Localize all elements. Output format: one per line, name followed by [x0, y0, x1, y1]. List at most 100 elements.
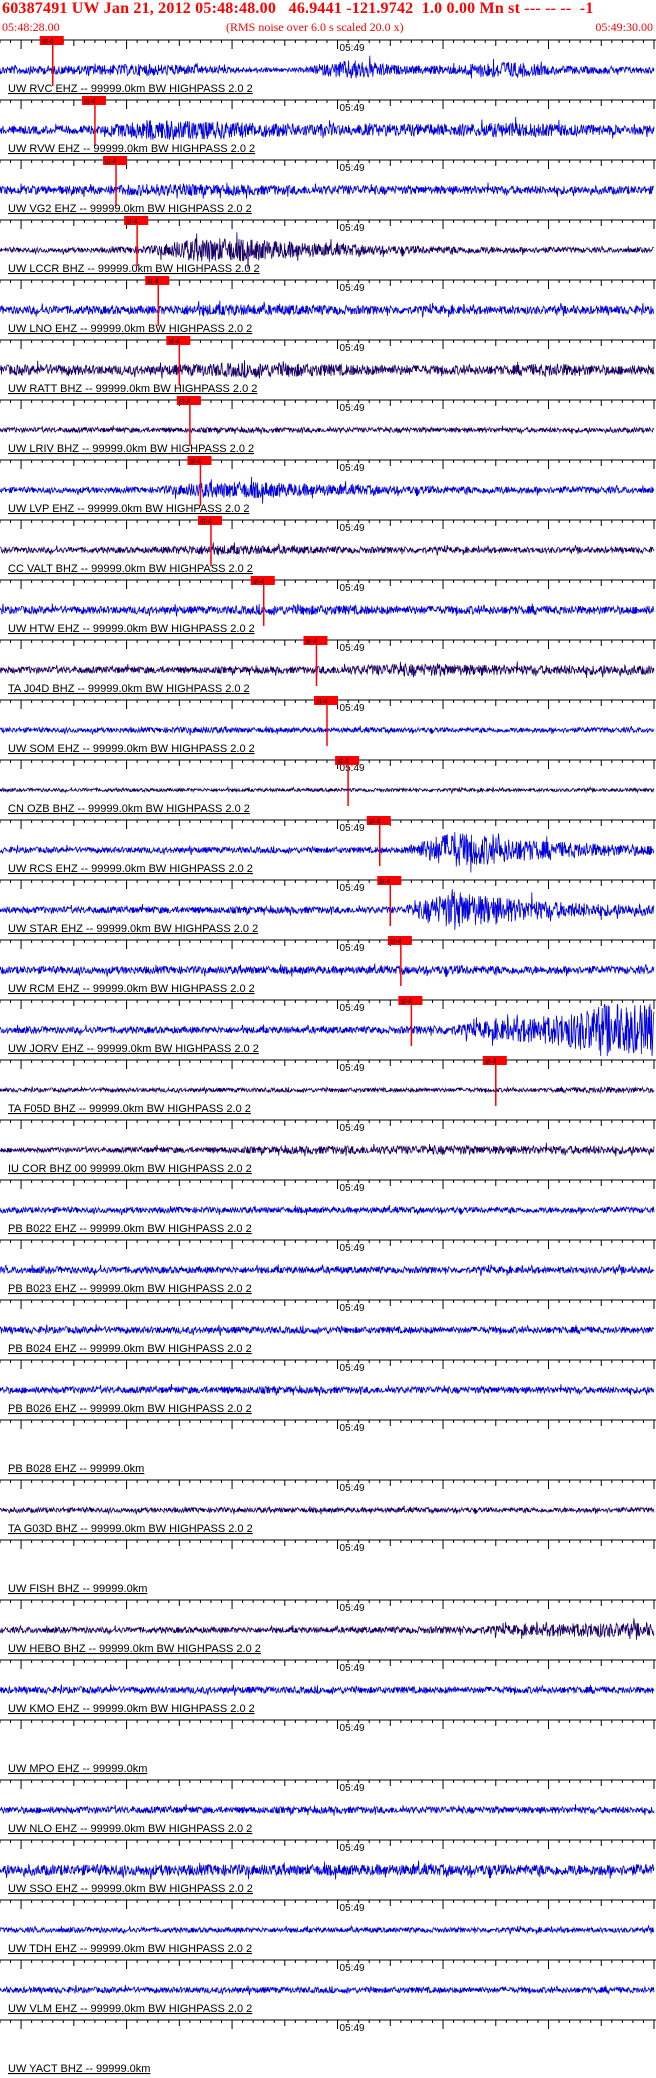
station-label: UW LNO EHZ -- 99999.0km BW HIGHPASS 2.0 …	[8, 323, 252, 335]
minute-tick-label: 05:49	[340, 1663, 365, 1674]
station-label: PB B024 EHZ -- 99999.0km BW HIGHPASS 2.0…	[8, 1343, 252, 1355]
pick-label: st-4	[253, 579, 265, 586]
minute-tick-label: 05:49	[340, 1783, 365, 1794]
waveform	[0, 1142, 655, 1157]
waveform	[0, 785, 655, 795]
waveform	[0, 1324, 655, 1336]
trace-panel: 05:49 st-4 UW RVW EHZ -- 99999.0km BW HIGH…	[0, 96, 656, 155]
minute-tick-label: 05:49	[340, 643, 365, 654]
trace-panel: 05:49 st-4 UW RVC EHZ -- 99999.0km BW HIGH…	[0, 36, 656, 95]
trace-panel: 05:49 st-4 UW LVP EHZ -- 99999.0km BW HIGH…	[0, 456, 656, 515]
minute-tick-label: 05:49	[340, 1063, 365, 1074]
pick-label: st-4	[379, 879, 391, 886]
trace-panel: 05:49 IU COR BHZ 00 99999.0km BW HIGHPASS…	[0, 1119, 656, 1175]
minute-tick-label: 05:49	[340, 1543, 365, 1554]
trace-panel: 05:49 st-4 TA J04D BHZ -- 99999.0km BW HIG…	[0, 636, 656, 695]
trace-panel: 05:49 UW VLM EHZ -- 99999.0km BW HIGHPASS…	[0, 1959, 656, 2015]
minute-tick-label: 05:49	[340, 343, 365, 354]
trace-panel: 05:49 UW TDH EHZ -- 99999.0km BW HIGHPASS…	[0, 1899, 656, 1955]
minute-tick-label: 05:49	[340, 403, 365, 414]
minute-tick-label: 05:49	[340, 1423, 365, 1434]
minute-tick-label: 05:49	[340, 2023, 365, 2034]
waveform	[0, 1505, 655, 1515]
waveform	[0, 542, 655, 556]
pick-label: st-4	[105, 159, 117, 166]
station-label: TA J04D BHZ -- 99999.0km BW HIGHPASS 2.0…	[8, 683, 250, 695]
waveform	[0, 360, 655, 379]
trace-panel: 05:49st-4CN OZB BHZ -- 99999.0km BW HIGH…	[0, 756, 656, 815]
waveform	[0, 1618, 655, 1640]
station-label: UW VG2 EHZ -- 99999.0km BW HIGHPASS 2.0 …	[8, 203, 252, 215]
trace-panel: 05:49 UW NLO EHZ -- 99999.0km BW HIGHPASS…	[0, 1779, 656, 1835]
trace-panel: 05:49 st-4 TA F05D BHZ -- 99999.0km BW HIG…	[0, 1056, 656, 1115]
trace-panel: 05:49 PB B022 EHZ -- 99999.0km BW HIGHPAS…	[0, 1179, 656, 1235]
station-label: UW HTW EHZ -- 99999.0km BW HIGHPASS 2.0 …	[8, 623, 255, 635]
station-label: CC VALT BHZ -- 99999.0km BW HIGHPASS 2.0…	[8, 563, 253, 575]
waveform	[0, 1860, 655, 1880]
station-label: UW FISH BHZ -- 99999.0km	[8, 1583, 147, 1595]
minute-tick-label: 05:49	[340, 1723, 365, 1734]
station-label: UW JORV EHZ -- 99999.0km BW HIGHPASS 2.0…	[8, 1043, 259, 1055]
pick-label: st-4	[126, 219, 138, 226]
trace-panel: 05:49 TA G03D BHZ -- 99999.0km BW HIGHPAS…	[0, 1479, 656, 1535]
pick-label: st-4	[390, 939, 402, 946]
station-label: PB B022 EHZ -- 99999.0km BW HIGHPASS 2.0…	[8, 1223, 252, 1235]
waveform	[0, 116, 655, 141]
pick-label: st-4	[147, 279, 159, 286]
station-label: UW RVC EHZ -- 99999.0km BW HIGHPASS 2.0 …	[8, 83, 253, 95]
pick-label: st-4	[305, 639, 317, 646]
waveform	[0, 1684, 655, 1696]
minute-tick-label: 05:49	[340, 1243, 365, 1254]
seismogram-plot: 05:49 st-4 UW RVC EHZ -- 99999.0km BW HIGH…	[0, 36, 656, 2075]
waveform	[0, 425, 655, 435]
minute-tick-label: 05:49	[340, 1183, 365, 1194]
station-label: TA F05D BHZ -- 99999.0km BW HIGHPASS 2.0…	[8, 1103, 251, 1115]
pick-label: st-4	[316, 699, 328, 706]
trace-panel: 05:49 PB B026 EHZ -- 99999.0km BW HIGHPAS…	[0, 1359, 656, 1415]
waveform	[0, 300, 655, 318]
trace-panel: 05:49 UW FISH BHZ -- 99999.0km	[0, 1539, 656, 1595]
pick-label: st-4	[179, 399, 191, 406]
minute-tick-label: 05:49	[340, 1603, 365, 1614]
trace-panel: 05:49 PB B028 EHZ -- 99999.0km	[0, 1419, 656, 1475]
waveform	[0, 661, 655, 678]
waveform	[0, 55, 655, 79]
station-label: UW LCCR BHZ -- 99999.0km BW HIGHPASS 2.0…	[8, 263, 260, 275]
pick-label: st-4	[200, 519, 212, 526]
minute-tick-label: 05:49	[340, 1483, 365, 1494]
station-label: IU COR BHZ 00 99999.0km BW HIGHPASS 2.0 …	[8, 1163, 252, 1175]
station-label: PB B023 EHZ -- 99999.0km BW HIGHPASS 2.0…	[8, 1283, 252, 1295]
minute-tick-label: 05:49	[340, 523, 365, 534]
minute-tick-label: 05:49	[340, 283, 365, 294]
waveform	[0, 1984, 655, 1996]
station-label: UW LVP EHZ -- 99999.0km BW HIGHPASS 2.0 …	[8, 503, 249, 515]
waveform	[0, 1384, 655, 1396]
trace-panel: 05:49 st-4 UW STAR EHZ -- 99999.0km BW HIG…	[0, 876, 656, 935]
minute-tick-label: 05:49	[340, 43, 365, 54]
pick-label: st-4	[369, 819, 381, 826]
station-label: UW STAR EHZ -- 99999.0km BW HIGHPASS 2.0…	[8, 923, 258, 935]
trace-panel: 05:49 UW SSO EHZ -- 99999.0km BW HIGHPASS…	[0, 1839, 656, 1895]
pick-label: st-4	[42, 39, 54, 46]
trace-panel: 05:49 st-4 UW LCCR BHZ -- 99999.0km BW HIG…	[0, 216, 656, 275]
trace-panel: 05:49 st-4 UW HTW EHZ -- 99999.0km BW HIGH…	[0, 576, 656, 635]
station-label: UW RCM EHZ -- 99999.0km BW HIGHPASS 2.0 …	[8, 983, 255, 995]
pick-label: st-4	[485, 1059, 497, 1066]
station-label: UW RVW EHZ -- 99999.0km BW HIGHPASS 2.0 …	[8, 143, 255, 155]
trace-panel: 05:49 st-4 UW LNO EHZ -- 99999.0km BW HIGH…	[0, 276, 656, 335]
minute-tick-label: 05:49	[340, 703, 365, 714]
station-label: PB B028 EHZ -- 99999.0km	[8, 1463, 144, 1475]
trace-panel: 05:49 st-4 UW RATT BHZ -- 99999.0km BW HIG…	[0, 336, 656, 395]
station-label: PB B026 EHZ -- 99999.0km BW HIGHPASS 2.0…	[8, 1403, 252, 1415]
trace-panel: 05:49 st-4 UW RCM EHZ -- 99999.0km BW HIGH…	[0, 936, 656, 995]
minute-tick-label: 05:49	[340, 1123, 365, 1134]
pick-label: st-4	[189, 459, 201, 466]
minute-tick-label: 05:49	[340, 463, 365, 474]
minute-tick-label: 05:49	[340, 1963, 365, 1974]
minute-tick-label: 05:49	[340, 823, 365, 834]
minute-tick-label: 05:49	[340, 1363, 365, 1374]
station-label: UW YACT BHZ -- 99999.0km	[8, 2063, 150, 2075]
minute-tick-label: 05:49	[340, 583, 365, 594]
station-label: UW VLM EHZ -- 99999.0km BW HIGHPASS 2.0 …	[8, 2003, 252, 2015]
pick-label: st-4	[84, 99, 96, 106]
